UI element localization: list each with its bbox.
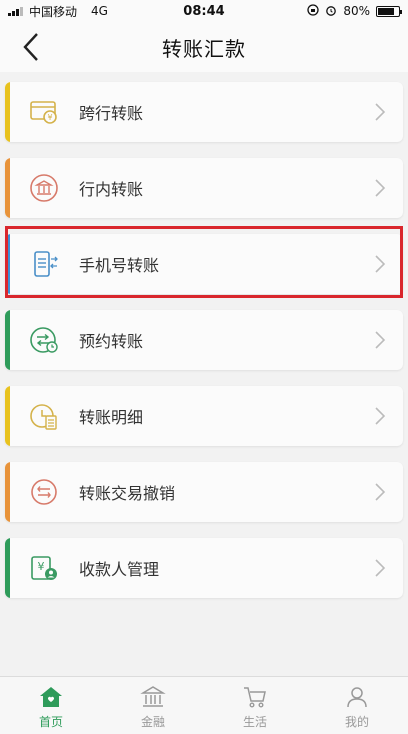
item-accent-bar [5,462,10,522]
network-label: 4G [91,4,108,18]
item-accent-bar [5,158,10,218]
menu-item-intra-bank-transfer[interactable]: 行内转账 [5,158,403,218]
chevron-right-icon [375,331,386,349]
status-left: 中国移动 4G [8,3,108,20]
bank-icon [139,684,167,710]
bank-building-icon [27,171,61,205]
nav-bar: 转账汇款 [0,22,408,72]
phone-transfer-icon [27,247,61,281]
cross-bank-card-icon: ¥ [27,95,61,129]
payee-management-icon: ¥ [27,551,61,585]
status-time: 08:44 [183,3,225,19]
chevron-right-icon [375,407,386,425]
item-accent-bar [5,310,10,370]
chevron-right-icon [375,103,386,121]
carrier-label: 中国移动 [29,4,78,19]
chevron-right-icon [375,255,386,273]
menu-item-payee-management[interactable]: ¥ 收款人管理 [5,538,403,598]
tab-label: 金融 [140,715,165,729]
undo-transfer-icon [27,475,61,509]
menu-item-transfer-cancellation[interactable]: 转账交易撤销 [5,462,403,522]
chevron-right-icon [375,179,386,197]
back-button[interactable] [16,30,46,64]
chevron-right-icon [375,559,386,577]
tab-label: 首页 [38,715,63,729]
page-title: 转账汇款 [162,36,246,61]
signal-icon [8,6,23,16]
bottom-tab-bar: 首页 金融 生活 我的 [0,676,408,734]
svg-text:¥: ¥ [38,560,45,573]
chevron-right-icon [375,483,386,501]
tab-mine[interactable]: 我的 [306,677,408,734]
item-accent-bar [5,234,10,294]
status-bar: 中国移动 4G 08:44 80% [0,0,408,22]
chevron-left-icon [23,33,38,61]
alarm-icon [325,4,337,19]
menu-item-transfer-details[interactable]: 转账明细 [5,386,403,446]
item-accent-bar [5,386,10,446]
battery-label: 80% [343,4,370,18]
battery-icon [376,5,402,17]
tab-finance[interactable]: 金融 [102,677,204,734]
menu-item-phone-number-transfer[interactable]: 手机号转账 [5,234,403,294]
tab-label: 生活 [242,715,267,729]
menu-item-label: 预约转账 [79,332,144,351]
menu-item-label: 转账交易撤销 [79,484,176,503]
scheduled-transfer-icon [27,323,61,357]
menu-item-label: 收款人管理 [79,560,160,579]
tab-life[interactable]: 生活 [204,677,306,734]
home-icon [37,684,65,710]
menu-item-label: 转账明细 [79,408,144,427]
menu-item-label: 手机号转账 [79,256,160,275]
menu-item-scheduled-transfer[interactable]: 预约转账 [5,310,403,370]
cart-icon [241,684,269,710]
item-accent-bar [5,82,10,142]
lock-rotation-icon [307,3,319,19]
status-right: 80% [307,3,402,19]
person-icon [343,684,371,710]
menu-item-label: 行内转账 [79,180,144,199]
transfer-details-icon [27,399,61,433]
menu-item-cross-bank-transfer[interactable]: ¥ 跨行转账 [5,82,403,142]
svg-text:¥: ¥ [47,113,52,122]
item-accent-bar [5,538,10,598]
menu-item-label: 跨行转账 [79,104,144,123]
tab-home[interactable]: 首页 [0,677,102,734]
tab-label: 我的 [344,715,369,729]
